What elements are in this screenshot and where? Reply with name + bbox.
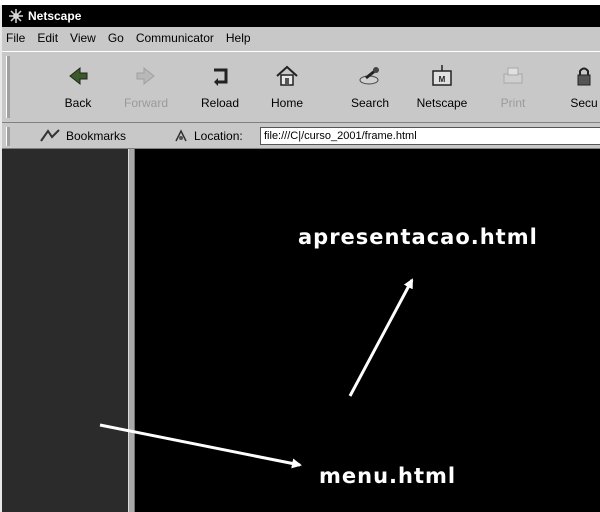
menu-go[interactable]: Go bbox=[102, 31, 130, 45]
search-icon bbox=[359, 67, 379, 85]
annotation-arrows bbox=[99, 278, 414, 469]
arrow-to-apresentacao bbox=[348, 278, 414, 397]
menu-help[interactable]: Help bbox=[220, 31, 257, 45]
home-label: Home bbox=[270, 96, 303, 110]
title-bar: Netscape bbox=[2, 5, 600, 27]
label-menu: menu.html bbox=[319, 464, 457, 488]
location-label-group: Location: bbox=[174, 129, 243, 143]
label-apresentacao: apresentacao.html bbox=[298, 225, 538, 249]
security-lock-icon bbox=[577, 67, 591, 86]
print-button[interactable]: Print bbox=[483, 58, 543, 118]
print-icon bbox=[503, 67, 523, 84]
netscape-label: Netscape bbox=[416, 96, 468, 110]
page-content: apresentacao.html menu.html bbox=[2, 149, 600, 512]
browser-window: Netscape File Edit View Go Communicator … bbox=[0, 5, 600, 512]
location-url-input[interactable] bbox=[260, 127, 600, 145]
print-label: Print bbox=[500, 96, 526, 110]
bookmarks-label: Bookmarks bbox=[66, 129, 127, 143]
security-label: Secu bbox=[570, 96, 598, 110]
menu-communicator[interactable]: Communicator bbox=[130, 31, 220, 45]
netscape-button[interactable]: M Netscape bbox=[412, 58, 472, 118]
search-label: Search bbox=[350, 96, 390, 110]
bookmarks-icon bbox=[40, 129, 60, 142]
reload-icon bbox=[214, 68, 228, 86]
menu-view[interactable]: View bbox=[64, 31, 102, 45]
back-button[interactable]: Back bbox=[48, 58, 108, 118]
bookmarks-button[interactable]: Bookmarks bbox=[40, 129, 126, 143]
page-proxy-icon[interactable] bbox=[174, 129, 188, 143]
reload-label: Reload bbox=[200, 96, 240, 110]
arrow-to-menu bbox=[99, 423, 302, 469]
menu-edit[interactable]: Edit bbox=[31, 31, 64, 45]
back-label: Back bbox=[64, 96, 92, 110]
forward-arrow-icon bbox=[136, 66, 155, 86]
home-button[interactable]: Home bbox=[257, 58, 317, 118]
navigation-toolbar: Back Forward Reload Home Search M Netsca… bbox=[2, 51, 600, 123]
netscape-icon: M bbox=[432, 65, 452, 86]
netscape-logo-icon bbox=[8, 8, 24, 24]
forward-button[interactable]: Forward bbox=[116, 58, 176, 118]
location-toolbar: Bookmarks Location: bbox=[2, 124, 600, 149]
window-title: Netscape bbox=[28, 9, 82, 23]
forward-label: Forward bbox=[123, 96, 168, 110]
location-label: Location: bbox=[194, 129, 243, 143]
svg-text:M: M bbox=[439, 75, 446, 84]
home-icon bbox=[276, 65, 298, 86]
back-arrow-icon bbox=[69, 66, 88, 86]
reload-button[interactable]: Reload bbox=[190, 58, 250, 118]
menu-file[interactable]: File bbox=[2, 31, 31, 45]
security-button[interactable]: Secu bbox=[554, 58, 600, 118]
search-button[interactable]: Search bbox=[340, 58, 400, 118]
location-toolbar-grip[interactable] bbox=[6, 127, 10, 146]
toolbar-grip[interactable] bbox=[6, 56, 10, 118]
menu-bar: File Edit View Go Communicator Help bbox=[2, 27, 600, 49]
